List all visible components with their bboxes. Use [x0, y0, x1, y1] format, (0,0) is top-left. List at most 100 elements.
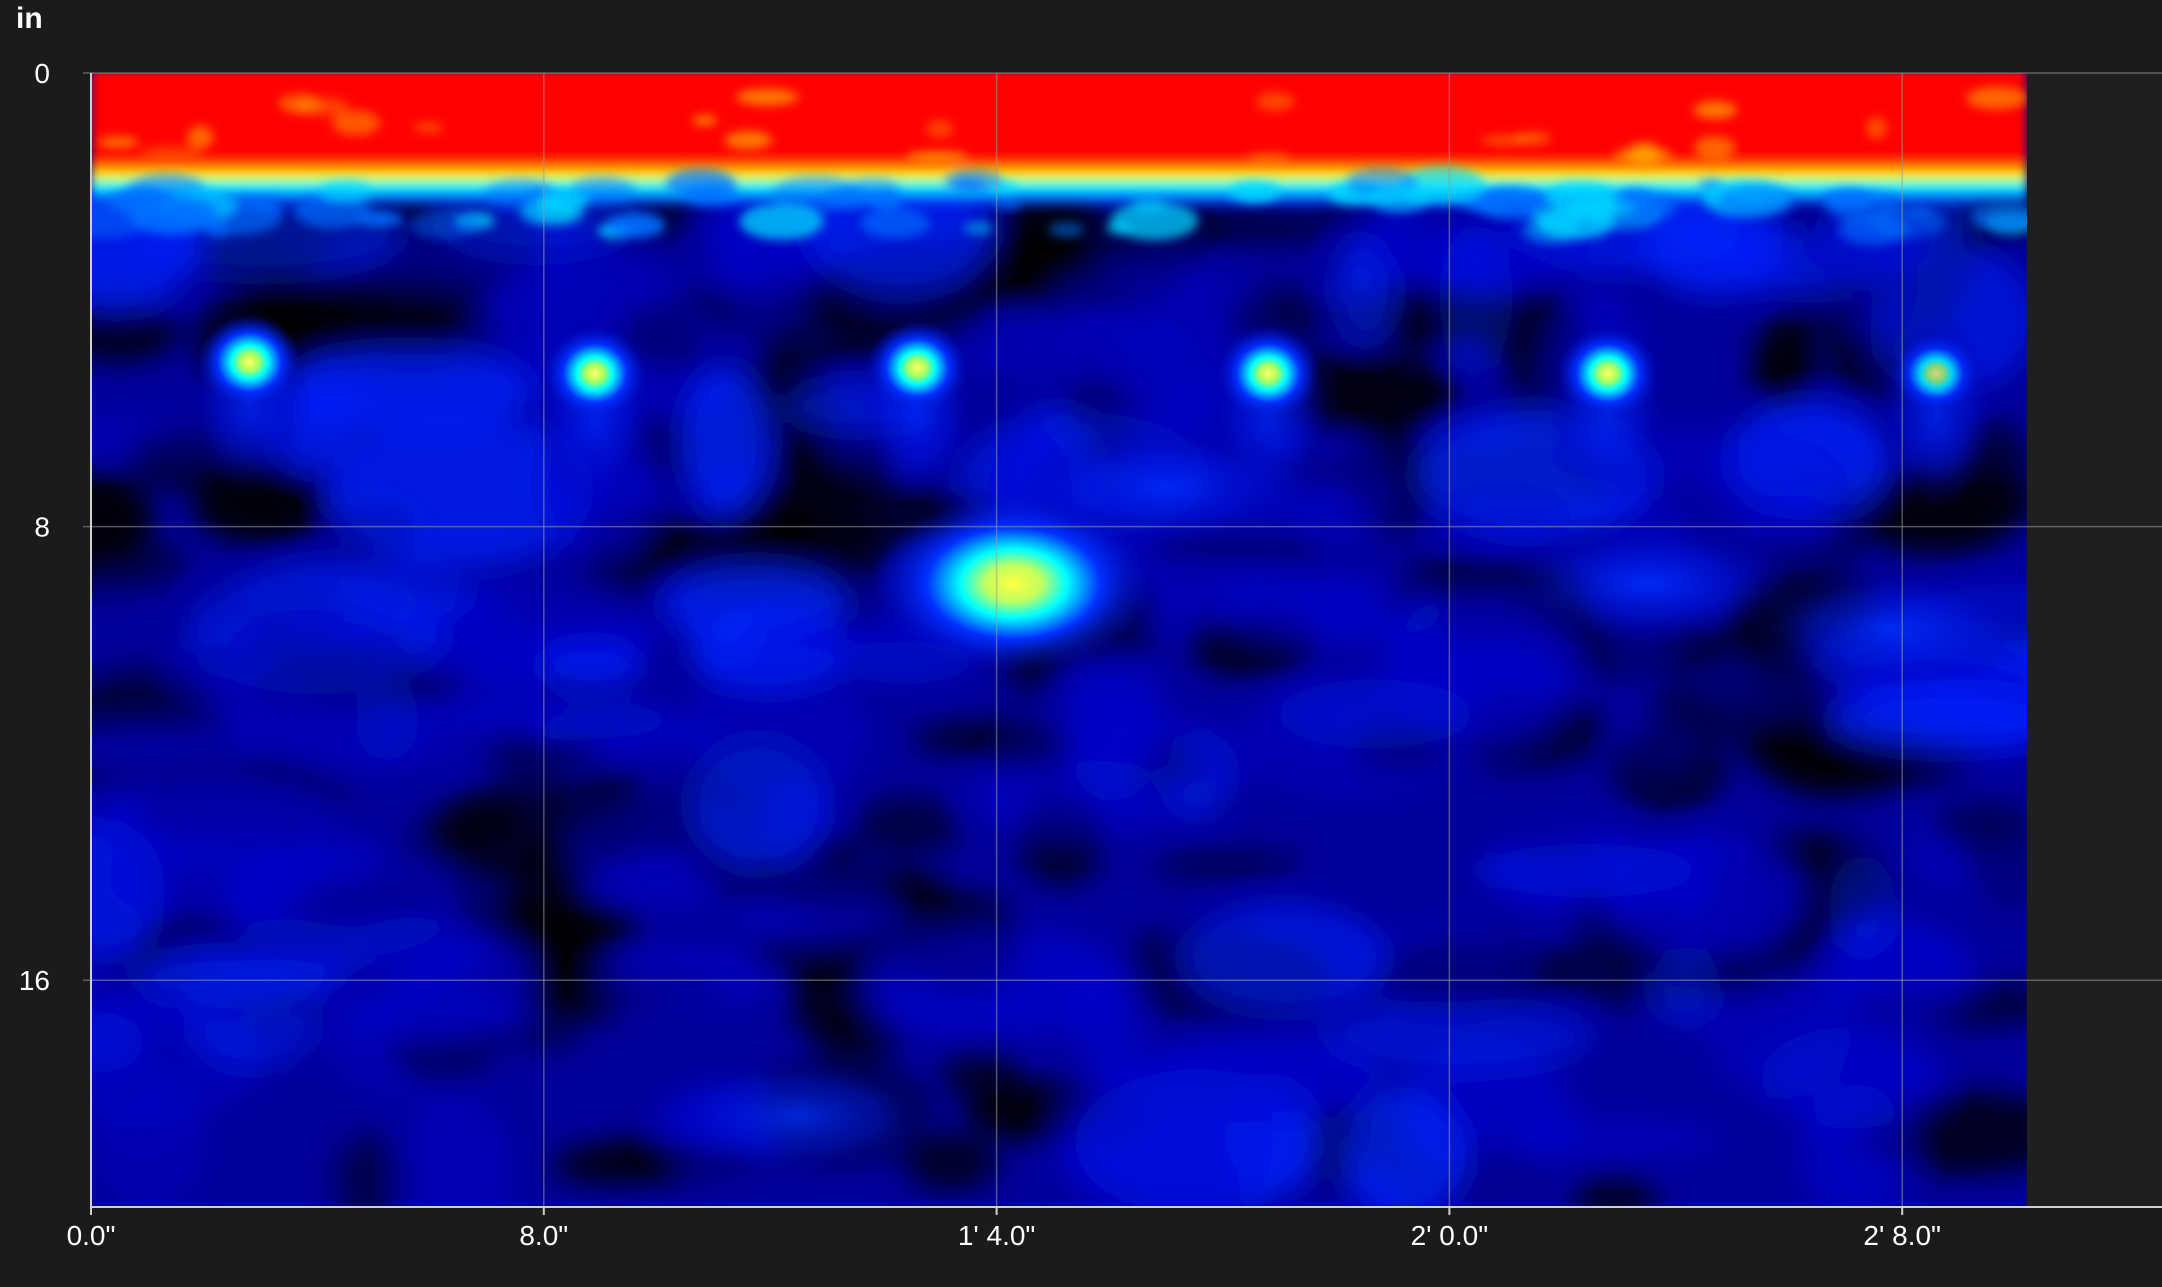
- rebar-target-6: [1891, 332, 1981, 415]
- surface-speckle: [1838, 214, 1909, 246]
- surface-speckle: [1569, 197, 1617, 219]
- texture-blue-blob: [1439, 224, 1513, 371]
- surface-highlight: [1866, 116, 1887, 140]
- texture-dark-blob: [942, 1039, 1022, 1104]
- rebar-target-3: [866, 321, 968, 415]
- x-tick-label-4: 2' 8.0": [1863, 1220, 1941, 1251]
- texture-blue-blob: [91, 945, 341, 1025]
- texture-dark-blob: [1151, 849, 1301, 881]
- texture-blue-blob: [91, 725, 255, 772]
- surface-speckle: [995, 197, 1023, 210]
- surface-highlight: [925, 119, 954, 139]
- x-tick-label-1: 8.0": [519, 1220, 568, 1251]
- surface-highlight: [97, 136, 139, 149]
- surface-highlight: [724, 130, 773, 150]
- surface-speckle: [606, 212, 666, 239]
- x-tick-label-0: 0.0": [67, 1220, 116, 1251]
- texture-blue-blob: [1072, 956, 1146, 1084]
- surface-speckle: [739, 203, 824, 240]
- gpr-heatmap-chart[interactable]: 0 8 16 0.0" 8.0" 1' 4.0" 2' 0.0" 2' 8.0": [0, 0, 2162, 1287]
- texture-dark-blob: [547, 1148, 688, 1187]
- surface-highlight: [1255, 91, 1295, 112]
- surface-highlight: [1481, 134, 1529, 146]
- texture-dark-blob: [335, 1134, 411, 1207]
- texture-blue-blob: [737, 864, 891, 947]
- texture-blue-blob: [689, 738, 829, 870]
- rebar-target-2: [543, 325, 647, 422]
- texture-blue-blob: [1607, 835, 1806, 957]
- surface-highlight: [735, 88, 799, 106]
- surface-highlight: [692, 115, 718, 126]
- surface-speckle: [866, 192, 904, 209]
- y-tick-label-1: 8: [34, 512, 50, 543]
- x-tick-label-3: 2' 0.0": [1411, 1220, 1489, 1251]
- reflection-5: [648, 1056, 949, 1177]
- y-tick-label-2: 16: [19, 965, 50, 996]
- texture-blue-blob: [1130, 1032, 1383, 1123]
- texture-dark-blob: [444, 799, 527, 849]
- surface-speckle: [1906, 206, 1935, 220]
- surface-highlight: [1247, 151, 1291, 165]
- rebar-target-1: [197, 314, 302, 410]
- texture-blue-blob: [227, 609, 403, 694]
- surface-speckle: [1229, 180, 1280, 203]
- texture-blue-blob: [1166, 733, 1232, 821]
- rebar-target-4: [1217, 326, 1320, 421]
- surface-speckle: [159, 209, 204, 230]
- texture-blue-blob: [280, 346, 532, 432]
- surface-highlight: [1693, 135, 1736, 161]
- surface-highlight: [331, 110, 381, 136]
- texture-blue-blob: [538, 641, 644, 691]
- surface-speckle: [1823, 188, 1873, 211]
- y-tick-labels: 0 8 16: [19, 58, 50, 996]
- texture-blue-blob: [593, 948, 784, 1005]
- surface-highlight: [1613, 146, 1673, 165]
- surface-speckle: [685, 183, 739, 207]
- surface-highlight: [1965, 86, 2027, 110]
- texture-dark-blob: [91, 471, 153, 562]
- texture-dark-blob: [855, 796, 962, 856]
- texture-blue-blob: [1362, 922, 1528, 1025]
- texture-blue-blob: [322, 974, 514, 1100]
- surface-speckle: [1110, 201, 1199, 240]
- texture-blue-blob: [1650, 948, 1721, 1025]
- texture-blue-blob: [533, 705, 722, 762]
- rebar-target-5: [1557, 326, 1659, 421]
- texture-blue-blob: [234, 696, 508, 771]
- no-data-region: [2026, 73, 2162, 1207]
- surface-speckle: [1718, 183, 1796, 218]
- texture-blue-blob: [91, 1012, 145, 1073]
- reflection-3: [1740, 568, 2027, 689]
- y-tick-label-0: 0: [34, 58, 50, 89]
- texture-blue-blob: [399, 1096, 512, 1207]
- texture-blue-blob: [1182, 902, 1387, 1012]
- surface-speckle: [949, 177, 987, 194]
- x-tick-label-2: 1' 4.0": [958, 1220, 1036, 1251]
- texture-dark-blob: [1574, 1167, 1656, 1207]
- heatmap-layer: [91, 73, 2027, 1207]
- surface-speckle: [355, 210, 394, 228]
- texture-blue-blob: [222, 845, 468, 957]
- surface-speckle: [1617, 187, 1653, 204]
- gpr-scan-view: in 0 8 16 0.0" 8.0" 1' 4.0" 2' 0.0" 2' 8…: [0, 0, 2162, 1287]
- texture-blue-blob: [1613, 712, 1706, 778]
- surface-highlight: [140, 146, 204, 159]
- surface-highlight: [186, 125, 214, 149]
- texture-blue-blob: [1513, 1119, 1720, 1160]
- surface-speckle: [1368, 185, 1431, 213]
- surface-speckle: [963, 221, 993, 235]
- texture-blue-blob: [967, 760, 1198, 837]
- surface-speckle: [825, 188, 872, 209]
- surface-speckle: [539, 190, 589, 212]
- texture-blue-blob: [1705, 434, 1849, 539]
- texture-blue-blob: [1829, 855, 1896, 954]
- surface-speckle: [205, 225, 232, 237]
- surface-highlight: [1693, 100, 1738, 119]
- surface-speckle: [1048, 221, 1084, 238]
- surface-speckle: [319, 179, 372, 203]
- surface-highlight: [412, 122, 444, 133]
- texture-blue-blob: [1339, 1087, 1467, 1207]
- surface-speckle: [859, 207, 931, 239]
- surface-highlight: [905, 151, 968, 162]
- reflection-4: [1016, 426, 1317, 547]
